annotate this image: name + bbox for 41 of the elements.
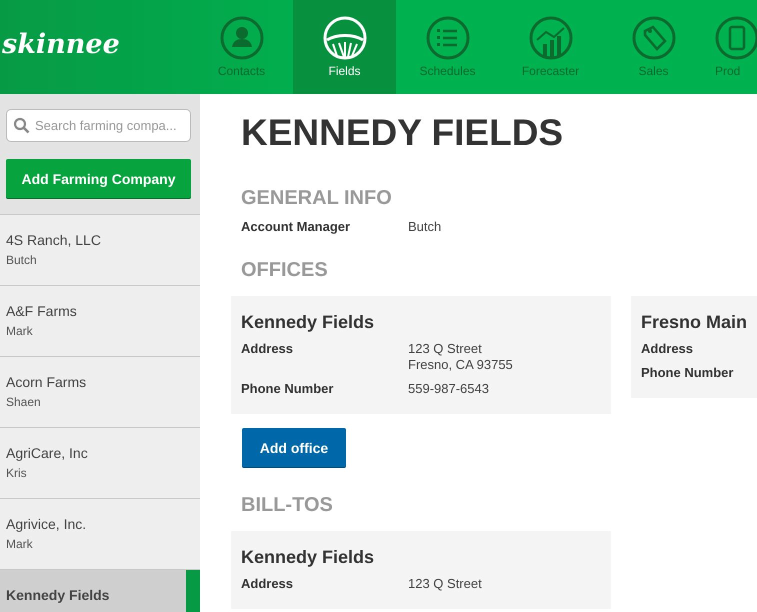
- manager-name: Mark: [6, 537, 34, 551]
- manager-name: Butch: [6, 253, 38, 267]
- section-heading: OFFICES: [241, 259, 329, 282]
- manager-name: Shaen: [6, 395, 42, 409]
- field-label: Account Manager: [241, 219, 352, 234]
- add-office-button[interactable]: Add office: [242, 428, 346, 467]
- company-name: 4S Ranch, LLC: [6, 232, 102, 248]
- company-name: Kennedy Fields: [6, 587, 110, 603]
- company-name: Agrivice, Inc.: [6, 516, 88, 532]
- add-company-button[interactable]: Add Farming Company: [6, 159, 191, 198]
- person-icon: [220, 16, 264, 60]
- company-name: A&F Farms: [6, 303, 78, 319]
- company-name: Acorn Farms: [6, 374, 88, 390]
- logo: skinnee: [2, 28, 121, 62]
- card-title: Kennedy Fields: [241, 547, 376, 568]
- section-heading: BILL-TOS: [241, 494, 334, 517]
- field-label: Phone Number: [641, 365, 734, 380]
- manager-name: Mark: [6, 324, 34, 338]
- section-heading: GENERAL INFO: [241, 187, 393, 210]
- field-label: Address: [641, 341, 694, 356]
- chart-icon: [528, 16, 572, 60]
- field-label: Address: [241, 341, 294, 358]
- field-value: 123 Q Street: [408, 341, 483, 356]
- nav-tab[interactable]: Fields: [293, 0, 396, 94]
- device-icon: [715, 16, 757, 60]
- company-name: AgriCare, Inc: [6, 445, 89, 461]
- card-title: Kennedy Fields: [241, 312, 376, 333]
- field-value: 559-987-6543: [408, 381, 489, 396]
- page-title: KENNEDY FIELDS: [241, 112, 564, 155]
- field-value: Fresno, CA 93755: [408, 357, 513, 372]
- card-title: Fresno Main: [641, 312, 748, 333]
- field-value: Butch: [408, 219, 442, 234]
- list-icon: [426, 16, 470, 60]
- search-field[interactable]: Search farming compa...: [6, 109, 191, 142]
- field-label: Address: [241, 576, 294, 591]
- field-label: Phone Number: [241, 381, 334, 396]
- field-value: 123 Q Street: [408, 576, 482, 591]
- manager-name: Kris: [6, 466, 28, 480]
- search-icon: [13, 117, 30, 134]
- tag-icon: [632, 16, 676, 60]
- field-icon: [322, 16, 366, 60]
